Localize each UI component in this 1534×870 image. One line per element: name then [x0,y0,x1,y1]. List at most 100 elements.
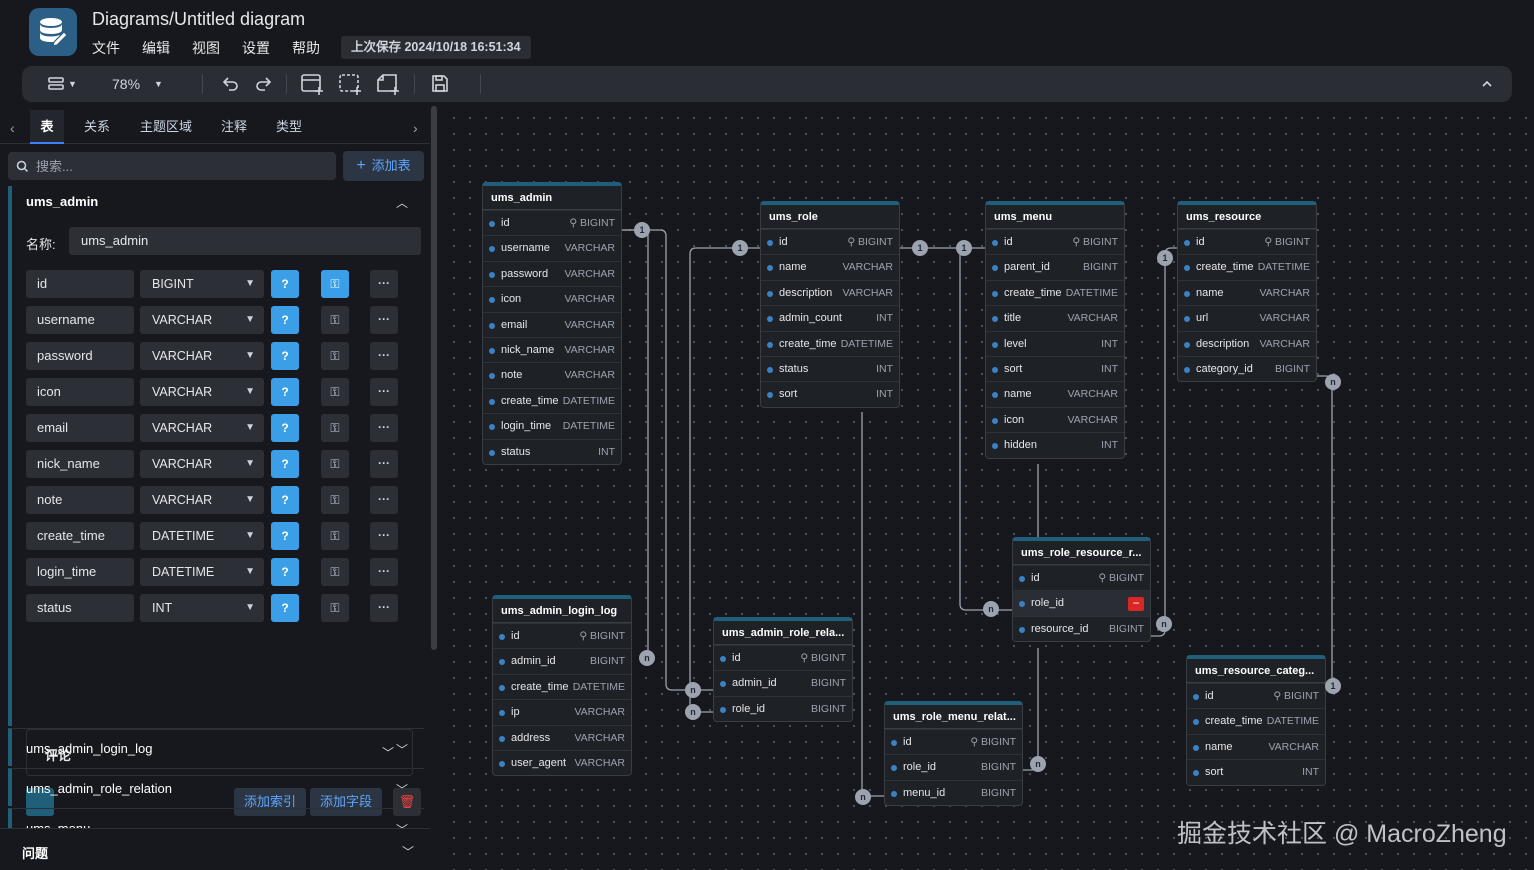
tab-types[interactable]: 类型 [266,110,312,144]
undo-button[interactable] [220,72,240,96]
layout-menu-button[interactable]: ▼ [48,72,77,96]
tab-notes[interactable]: 注释 [212,110,256,144]
field-more-button[interactable]: ··· [370,306,398,334]
save-button[interactable] [430,72,450,96]
table-column-row[interactable]: note VARCHAR [483,362,621,387]
field-type-select[interactable]: VARCHAR ▼ [140,378,264,406]
field-more-button[interactable]: ··· [370,450,398,478]
table-column-row[interactable]: id ⚲ BIGINT [483,210,621,235]
menu-edit[interactable]: 编辑 [142,38,170,58]
table-column-row[interactable]: create_time DATETIME [986,279,1124,305]
table-column-row[interactable]: id ⚲ BIGINT [493,623,631,648]
diagram-table[interactable]: ums_admin_login_log id ⚲ BIGINT admin_id BIG… [492,595,632,777]
diagram-table-title[interactable]: ums_role_menu_relat... [885,705,1022,729]
primary-key-toggle[interactable]: ⚿ [321,522,349,550]
table-column-row[interactable]: role_id BIGINT [714,695,852,721]
add-table-button[interactable]: + 添加表 [343,151,424,181]
table-column-row[interactable]: resource_id BIGINT [1013,615,1150,641]
primary-key-toggle[interactable]: ⚿ [321,414,349,442]
table-column-row[interactable]: name VARCHAR [761,254,899,279]
field-name-input[interactable]: note [26,486,134,514]
table-column-row[interactable]: sort INT [986,355,1124,381]
table-column-row[interactable]: login_time DATETIME [483,413,621,438]
table-column-row[interactable]: admin_count INT [761,305,899,330]
table-column-row[interactable]: id ⚲ BIGINT [1178,229,1316,254]
field-name-input[interactable]: email [26,414,134,442]
table-column-row[interactable]: id ⚲ BIGINT [885,729,1022,754]
field-type-select[interactable]: VARCHAR ▼ [140,306,264,334]
table-column-row[interactable]: id ⚲ BIGINT [1187,683,1325,708]
table-panel-title[interactable]: ums_admin [26,194,98,209]
primary-key-toggle[interactable]: ⚿ [321,450,349,478]
table-column-row[interactable]: title VARCHAR [986,305,1124,330]
table-column-row[interactable]: status INT [761,355,899,381]
diagram-table-title[interactable]: ums_admin [483,186,621,210]
table-column-row[interactable]: name VARCHAR [986,381,1124,406]
field-name-input[interactable]: nick_name [26,450,134,478]
table-column-row[interactable]: username VARCHAR [483,235,621,260]
table-column-row[interactable]: admin_id BIGINT [714,670,852,695]
diagram-table[interactable]: ums_role id ⚲ BIGINT name VARCHAR description… [760,201,900,408]
primary-key-toggle[interactable]: ⚿ [321,486,349,514]
table-column-row[interactable]: parent_id BIGINT [986,254,1124,279]
diagram-table[interactable]: ums_resource id ⚲ BIGINT create_time DATETIM… [1177,201,1317,383]
diagram-title[interactable]: Diagrams/Untitled diagram [92,9,305,30]
field-type-select[interactable]: INT ▼ [140,594,264,622]
field-name-input[interactable]: password [26,342,134,370]
field-name-input[interactable]: id [26,270,134,298]
table-column-row[interactable]: create_time DATETIME [493,673,631,699]
table-column-row[interactable]: description VARCHAR [761,279,899,305]
table-column-row[interactable]: create_time DATETIME [483,387,621,413]
table-panel-ums-admin-role-relation[interactable]: ums_admin_role_relation ﹀ [8,768,424,806]
field-type-select[interactable]: DATETIME ▼ [140,522,264,550]
table-column-row[interactable]: icon VARCHAR [986,406,1124,432]
field-name-input[interactable]: icon [26,378,134,406]
diagram-table-title[interactable]: ums_resource [1178,205,1316,229]
field-more-button[interactable]: ··· [370,378,398,406]
chevron-up-icon[interactable]: ︿ [396,194,408,211]
field-type-select[interactable]: VARCHAR ▼ [140,450,264,478]
field-more-button[interactable]: ··· [370,522,398,550]
tabs-scroll-right-icon[interactable]: › [413,120,418,136]
diagram-table-title[interactable]: ums_menu [986,205,1124,229]
field-more-button[interactable]: ··· [370,270,398,298]
zoom-select[interactable]: 78% ▼ [112,72,163,96]
add-area-tool-button[interactable] [338,72,362,96]
field-name-input[interactable]: create_time [26,522,134,550]
diagram-table[interactable]: ums_role_resource_r... id ⚲ BIGINT role_id −… [1012,537,1151,643]
table-column-row[interactable]: name VARCHAR [1187,733,1325,759]
diagram-table[interactable]: ums_resource_categ... id ⚲ BIGINT create_ti… [1186,655,1326,786]
table-column-row[interactable]: level INT [986,330,1124,356]
table-panel-ums-menu[interactable]: ums_menu ﹀ [8,808,424,828]
nullable-toggle[interactable]: ? [271,558,299,586]
add-table-tool-button[interactable] [300,72,324,96]
collapse-toolbar-button[interactable] [1480,72,1494,96]
app-logo-icon[interactable] [29,8,77,56]
primary-key-toggle[interactable]: ⚿ [321,270,349,298]
nullable-toggle[interactable]: ? [271,378,299,406]
diagram-table[interactable]: ums_admin_role_rela... id ⚲ BIGINT admin_id… [713,617,853,723]
primary-key-toggle[interactable]: ⚿ [321,378,349,406]
nullable-toggle[interactable]: ? [271,306,299,334]
diagram-table-title[interactable]: ums_role_resource_r... [1013,541,1150,565]
issues-panel[interactable]: 问题 ﹀ [0,828,430,870]
tabs-scroll-left-icon[interactable]: ‹ [10,120,15,136]
table-column-row[interactable]: status INT [483,438,621,464]
field-name-input[interactable]: username [26,306,134,334]
tab-subject-areas[interactable]: 主题区域 [132,110,200,144]
table-column-row[interactable]: ip VARCHAR [493,699,631,724]
diagram-table[interactable]: ums_role_menu_relat... id ⚲ BIGINT role_id B… [884,701,1023,807]
table-column-row[interactable]: sort INT [761,381,899,406]
field-type-select[interactable]: DATETIME ▼ [140,558,264,586]
table-column-row[interactable]: email VARCHAR [483,311,621,337]
diagram-table-title[interactable]: ums_role [761,205,899,229]
table-column-row[interactable]: category_id BIGINT [1178,355,1316,381]
add-note-tool-button[interactable] [376,72,400,96]
menu-settings[interactable]: 设置 [242,38,270,58]
table-column-row[interactable]: create_time DATETIME [761,330,899,356]
table-column-row[interactable]: icon VARCHAR [483,286,621,311]
table-column-row[interactable]: password VARCHAR [483,260,621,286]
table-column-row[interactable]: role_id BIGINT [885,754,1022,779]
nullable-toggle[interactable]: ? [271,486,299,514]
table-column-row[interactable]: user_agent VARCHAR [493,749,631,775]
